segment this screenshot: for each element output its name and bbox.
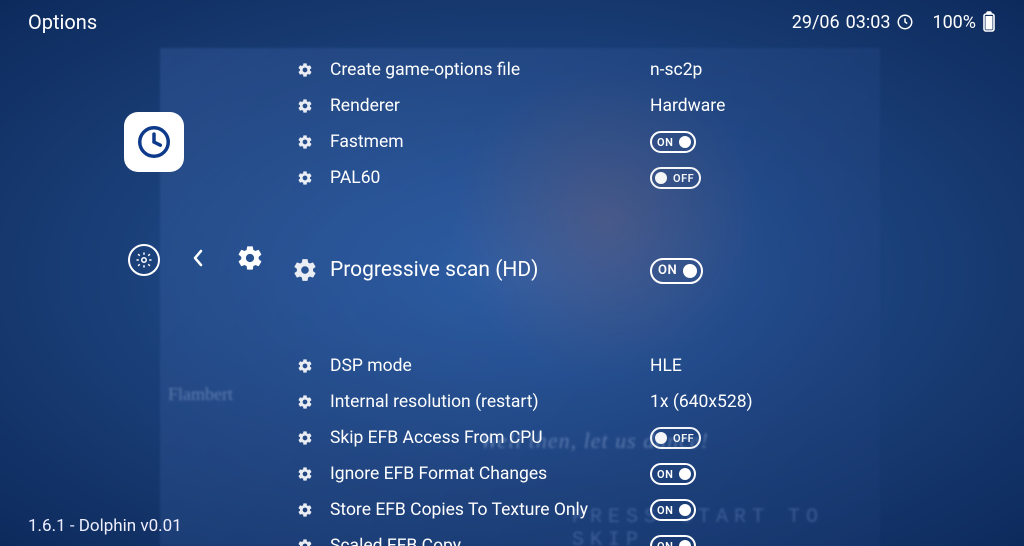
setting-label: Store EFB Copies To Texture Only [330, 500, 650, 520]
setting-row-dsp-mode[interactable]: DSP modeHLE [280, 348, 984, 384]
nav-settings-button[interactable] [128, 244, 160, 276]
setting-label: Create game-options file [330, 60, 650, 80]
setting-value[interactable]: ON [650, 499, 984, 522]
setting-row-pal60[interactable]: PAL60 OFF [280, 160, 984, 196]
gear-icon [280, 394, 330, 410]
setting-row-store-efb-texture[interactable]: Store EFB Copies To Texture Only ON [280, 492, 984, 528]
toggle-on[interactable]: ON [650, 535, 696, 546]
toggle-knob [679, 136, 691, 148]
battery-icon [982, 11, 996, 33]
setting-value: HLE [650, 356, 984, 376]
setting-label: Ignore EFB Format Changes [330, 464, 650, 484]
setting-value[interactable]: OFF [650, 167, 984, 189]
setting-row-internal-res[interactable]: Internal resolution (restart)1x (640x528… [280, 384, 984, 420]
status-date: 29/06 [792, 12, 840, 33]
status-time: 03:03 [846, 12, 891, 33]
toggle-off[interactable]: OFF [650, 167, 701, 189]
setting-label: Renderer [330, 96, 650, 116]
nav-gear-indicator [236, 244, 264, 276]
toggle-text: ON [655, 468, 675, 481]
gear-icon [280, 62, 330, 78]
toggle-on[interactable]: ON [650, 499, 696, 521]
toggle-on[interactable]: ON [650, 258, 703, 284]
backdrop-player-name: Flambert [168, 384, 233, 405]
gear-icon [280, 134, 330, 150]
gear-icon [280, 466, 330, 482]
header-bar: Options 29/06 03:03 100% [0, 0, 1024, 34]
setting-row-renderer[interactable]: RendererHardware [280, 88, 984, 124]
setting-row-fastmem[interactable]: Fastmem ON [280, 124, 984, 160]
setting-row-progressive-scan[interactable]: Progressive scan (HD) ON [280, 244, 984, 296]
gear-icon [280, 538, 330, 546]
toggle-knob [679, 504, 691, 516]
setting-label: Scaled EFB Copy [330, 536, 650, 546]
clock-icon [896, 13, 914, 31]
clock-icon [135, 123, 173, 161]
settings-list: Create game-options filen-sc2pRendererHa… [280, 52, 984, 546]
setting-row-create-game-options[interactable]: Create game-options filen-sc2p [280, 52, 984, 88]
setting-value[interactable]: ON [650, 256, 984, 284]
battery-percent: 100% [932, 12, 976, 33]
setting-row-skip-efb-access[interactable]: Skip EFB Access From CPU OFF [280, 420, 984, 456]
chevron-left-icon [190, 246, 206, 270]
selected-row-nav [128, 244, 264, 276]
setting-value[interactable]: ON [650, 535, 984, 546]
toggle-knob [655, 172, 667, 184]
toggle-on[interactable]: ON [650, 463, 696, 485]
toggle-knob [683, 264, 697, 278]
toggle-text: OFF [671, 432, 696, 445]
toggle-text: ON [655, 504, 675, 517]
setting-label: Fastmem [330, 132, 650, 152]
setting-label: Skip EFB Access From CPU [330, 428, 650, 448]
nav-back-button[interactable] [190, 246, 206, 274]
gear-icon [280, 257, 330, 283]
gear-icon [280, 358, 330, 374]
setting-label: PAL60 [330, 168, 650, 188]
gear-icon [236, 244, 264, 272]
footer-version: 1.6.1 - Dolphin v0.01 [28, 516, 182, 536]
recent-app-tile[interactable] [124, 112, 184, 172]
gear-icon [280, 98, 330, 114]
setting-label: Internal resolution (restart) [330, 392, 650, 412]
toggle-knob [679, 540, 691, 546]
toggle-off[interactable]: OFF [650, 427, 701, 449]
setting-label: Progressive scan (HD) [330, 258, 650, 282]
setting-row-ignore-efb-format[interactable]: Ignore EFB Format Changes ON [280, 456, 984, 492]
setting-value: 1x (640x528) [650, 392, 984, 412]
setting-value[interactable]: OFF [650, 427, 984, 449]
setting-value[interactable]: ON [650, 463, 984, 486]
setting-value[interactable]: ON [650, 131, 984, 154]
status-bar: 29/06 03:03 100% [792, 11, 996, 33]
setting-value: Hardware [650, 96, 984, 116]
gear-icon [280, 502, 330, 518]
toggle-text: ON [655, 540, 675, 546]
toggle-on[interactable]: ON [650, 131, 696, 153]
gear-icon [135, 251, 153, 269]
toggle-text: OFF [671, 172, 696, 185]
page-title: Options [28, 10, 97, 34]
setting-row-scaled-efb-copy[interactable]: Scaled EFB Copy ON [280, 528, 984, 546]
setting-value: n-sc2p [650, 60, 984, 80]
setting-label: DSP mode [330, 356, 650, 376]
toggle-knob [679, 468, 691, 480]
toggle-text: ON [656, 263, 679, 278]
gear-icon [280, 170, 330, 186]
toggle-knob [655, 432, 667, 444]
gear-icon [280, 430, 330, 446]
toggle-text: ON [655, 136, 675, 149]
